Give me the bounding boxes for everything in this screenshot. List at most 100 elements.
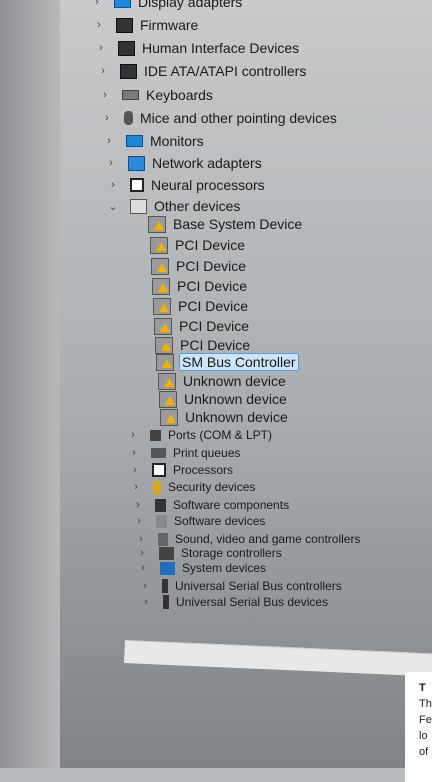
chevron-right-icon[interactable]: ›	[130, 464, 140, 476]
software-device-icon	[156, 514, 167, 528]
tree-item-label: Mice and other pointing devices	[140, 110, 337, 126]
side-panel-line: of	[419, 746, 429, 758]
chevron-right-icon[interactable]: ›	[134, 515, 144, 527]
tree-item-other-devices[interactable]: ⌄ Other devices	[108, 196, 242, 216]
warning-device-icon	[152, 277, 170, 295]
tree-item-label: PCI Device	[180, 337, 251, 353]
tree-item-label: Processors	[173, 463, 234, 477]
tree-item-label: Keyboards	[146, 87, 213, 103]
tree-item-label: Monitors	[150, 133, 204, 149]
tree-item-software-devices[interactable]: › Software devices	[134, 511, 267, 531]
chevron-right-icon[interactable]: ›	[133, 499, 143, 511]
warning-device-icon	[148, 215, 166, 233]
monitor-icon	[114, 0, 131, 8]
tree-item-unknown-device[interactable]: Unknown device	[158, 371, 288, 391]
tree-item-pci-device[interactable]: PCI Device	[154, 316, 251, 336]
tree-item-monitors[interactable]: › Monitors	[104, 131, 206, 151]
tree-item-system-devices[interactable]: › System devices	[138, 558, 268, 578]
tree-item-label: Firmware	[140, 17, 199, 33]
warning-device-icon	[158, 372, 176, 390]
side-panel: T Th Fe lo of	[405, 672, 432, 782]
hid-icon	[118, 40, 135, 56]
tree-item-label: PCI Device	[177, 278, 248, 294]
tree-item-base-system-device[interactable]: Base System Device	[148, 214, 304, 234]
printer-icon	[151, 448, 166, 458]
chevron-right-icon[interactable]: ›	[128, 429, 138, 441]
chevron-right-icon[interactable]: ›	[141, 596, 151, 608]
tree-item-neural-processors[interactable]: › Neural processors	[108, 175, 267, 195]
tree-item-label: Print queues	[173, 446, 241, 460]
tree-item-usb-devices[interactable]: › Universal Serial Bus devices	[141, 592, 330, 612]
tree-item-network-adapters[interactable]: › Network adapters	[106, 153, 264, 173]
side-panel-line: lo	[419, 730, 428, 742]
chevron-right-icon[interactable]: ›	[129, 447, 139, 459]
chevron-right-icon[interactable]: ›	[140, 580, 150, 592]
chevron-right-icon[interactable]: ›	[104, 135, 114, 147]
tree-item-label: Base System Device	[173, 216, 303, 232]
warning-device-icon	[153, 297, 171, 315]
tree-item-unknown-device[interactable]: Unknown device	[160, 407, 290, 427]
chevron-right-icon[interactable]: ›	[92, 0, 102, 8]
tree-item-label: Network adapters	[152, 155, 262, 171]
tree-item-sm-bus-controller[interactable]: SM Bus Controller	[156, 352, 299, 372]
tree-item-label: Display adapters	[138, 0, 243, 10]
chevron-right-icon[interactable]: ›	[138, 562, 148, 574]
chevron-right-icon[interactable]: ›	[98, 65, 108, 77]
side-panel-title: T	[419, 682, 426, 694]
warning-device-icon	[156, 353, 174, 371]
chevron-right-icon[interactable]: ›	[131, 481, 141, 493]
tree-item-pci-device[interactable]: PCI Device	[153, 296, 250, 316]
tree-item-label: Human Interface Devices	[142, 40, 300, 56]
warning-device-icon	[160, 408, 178, 426]
tree-item-label: IDE ATA/ATAPI controllers	[144, 63, 307, 79]
chevron-right-icon[interactable]: ›	[106, 157, 116, 169]
processor-icon	[130, 178, 144, 192]
monitor-bezel	[0, 0, 60, 768]
tree-item-unknown-device[interactable]: Unknown device	[159, 389, 289, 409]
chevron-down-icon[interactable]: ⌄	[108, 200, 118, 213]
tree-item-label: PCI Device	[175, 237, 246, 253]
side-panel-line: Fe	[419, 714, 432, 726]
tree-item-mice[interactable]: › Mice and other pointing devices	[102, 108, 339, 128]
tree-item-label: PCI Device	[179, 318, 250, 334]
tree-item-firmware[interactable]: › Firmware	[94, 15, 200, 35]
mouse-icon	[124, 111, 133, 125]
monitor-icon	[126, 135, 143, 147]
chip-icon	[116, 17, 133, 33]
usb-icon	[162, 579, 168, 593]
software-component-icon	[155, 498, 166, 512]
tree-item-label: Unknown device	[185, 409, 288, 425]
tree-item-ports[interactable]: › Ports (COM & LPT)	[128, 425, 274, 445]
warning-device-icon	[154, 317, 172, 335]
security-icon	[153, 480, 161, 494]
chevron-right-icon[interactable]: ›	[94, 19, 104, 31]
other-devices-icon	[130, 198, 147, 214]
tree-item-label: Other devices	[154, 198, 241, 214]
usb-icon	[163, 595, 169, 609]
tree-item-pci-device[interactable]: PCI Device	[150, 235, 247, 255]
warning-device-icon	[150, 236, 168, 254]
ide-icon	[120, 63, 137, 79]
chevron-right-icon[interactable]: ›	[100, 89, 110, 101]
tree-item-label: Security devices	[168, 480, 256, 494]
tree-item-hid[interactable]: › Human Interface Devices	[96, 38, 301, 58]
network-icon	[128, 155, 145, 171]
tree-item-pci-device[interactable]: PCI Device	[152, 276, 249, 296]
tree-item-ide[interactable]: › IDE ATA/ATAPI controllers	[98, 61, 308, 81]
processor-icon	[152, 463, 166, 477]
tree-item-label: Neural processors	[151, 177, 265, 193]
tree-item-keyboards[interactable]: › Keyboards	[100, 85, 215, 105]
tree-item-label: Unknown device	[183, 373, 286, 389]
warning-device-icon	[151, 257, 169, 275]
tree-item-pci-device[interactable]: PCI Device	[151, 256, 248, 276]
tree-item-security-devices[interactable]: › Security devices	[131, 477, 257, 497]
tree-item-label: PCI Device	[176, 258, 247, 274]
tree-item-label: Universal Serial Bus devices	[176, 595, 329, 609]
keyboard-icon	[122, 90, 139, 100]
warning-device-icon	[155, 336, 173, 354]
chevron-right-icon[interactable]: ›	[108, 179, 118, 191]
tree-item-label: Software devices	[174, 514, 266, 528]
tree-item-display-adapters[interactable]: › Display adapters	[92, 0, 244, 12]
chevron-right-icon[interactable]: ›	[102, 112, 112, 124]
chevron-right-icon[interactable]: ›	[96, 42, 106, 54]
